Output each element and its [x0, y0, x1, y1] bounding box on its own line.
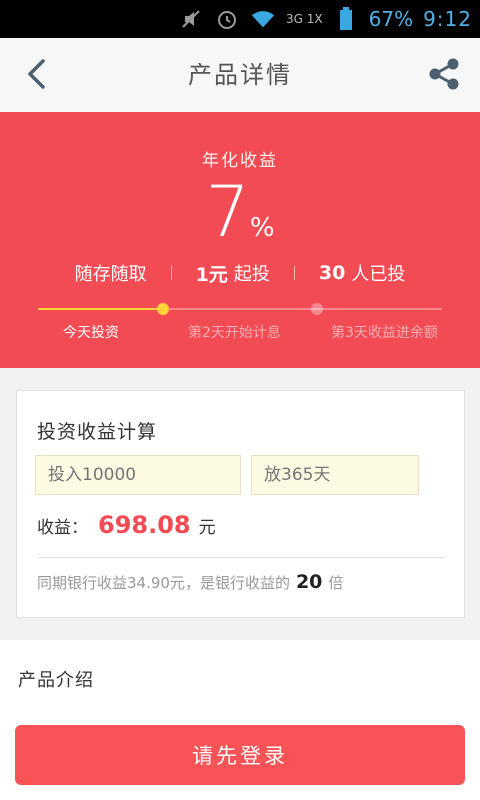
clock: 9:12: [423, 7, 472, 31]
product-facts: 随存随取 1元 起投 30 人已投: [0, 258, 480, 288]
step-interest-start: 第2天开始计息: [188, 325, 281, 341]
step-invest-today: 今天投资: [63, 325, 119, 341]
rate-value: 7: [205, 171, 250, 253]
progress-fill: [38, 308, 164, 310]
alarm-icon: [214, 6, 240, 32]
comparison-suffix: 倍: [328, 574, 344, 592]
step-dot-2: [310, 303, 323, 315]
battery-icon: [333, 6, 359, 32]
earnings-row: 收益： 698.08 元: [37, 511, 216, 539]
title-bar: 产品详情: [0, 38, 480, 113]
withdraw-policy: 随存随取: [74, 264, 147, 285]
min-amount: 1元: [195, 263, 228, 286]
investor-count: 30: [318, 262, 346, 284]
share-icon: [429, 58, 459, 90]
earnings-value: 698.08: [98, 511, 191, 539]
timeline-steps: 今天投资 第2天开始计息 第3天收益进余额: [0, 322, 480, 346]
investor-suffix: 人已投: [351, 264, 406, 285]
calculator-title: 投资收益计算: [37, 421, 158, 443]
status-icons: 3G 1X 67% 9:12: [178, 0, 472, 38]
wifi-icon: [250, 6, 276, 32]
bank-comparison: 同期银行收益34.90元，是银行收益的 20 倍: [37, 571, 343, 593]
share-button[interactable]: [422, 52, 466, 96]
min-amount-suffix: 起投: [233, 264, 270, 285]
yield-hero: 年化收益 7% 随存随取 1元 起投 30 人已投 今天投资 第2天开始计息 第…: [0, 112, 480, 368]
battery-percent: 67%: [368, 7, 414, 31]
mute-icon: [178, 6, 204, 32]
annual-rate: 7%: [0, 172, 480, 252]
divider: [293, 266, 295, 280]
earnings-unit: 元: [198, 518, 216, 538]
return-calculator: 投资收益计算 收益： 698.08 元 同期银行收益34.90元，是银行收益的 …: [16, 390, 465, 618]
comparison-multiple: 20: [295, 571, 323, 593]
days-input[interactable]: [251, 455, 419, 495]
amount-input[interactable]: [35, 455, 241, 495]
earnings-label: 收益：: [37, 518, 88, 538]
divider: [170, 266, 172, 280]
network-type: 3G 1X: [286, 12, 323, 26]
status-bar: 3G 1X 67% 9:12: [0, 0, 480, 38]
login-button[interactable]: 请先登录: [15, 725, 465, 785]
rate-unit: %: [249, 213, 275, 243]
step-dot-1: [157, 303, 170, 315]
timeline-progress: [38, 303, 442, 315]
intro-title: 产品介绍: [18, 670, 94, 691]
rate-label: 年化收益: [202, 151, 278, 171]
comparison-prefix: 同期银行收益34.90元，是银行收益的: [37, 574, 290, 592]
divider: [37, 557, 444, 558]
step-earnings-credited: 第3天收益进余额: [331, 325, 438, 341]
page-title: 产品详情: [188, 61, 292, 89]
